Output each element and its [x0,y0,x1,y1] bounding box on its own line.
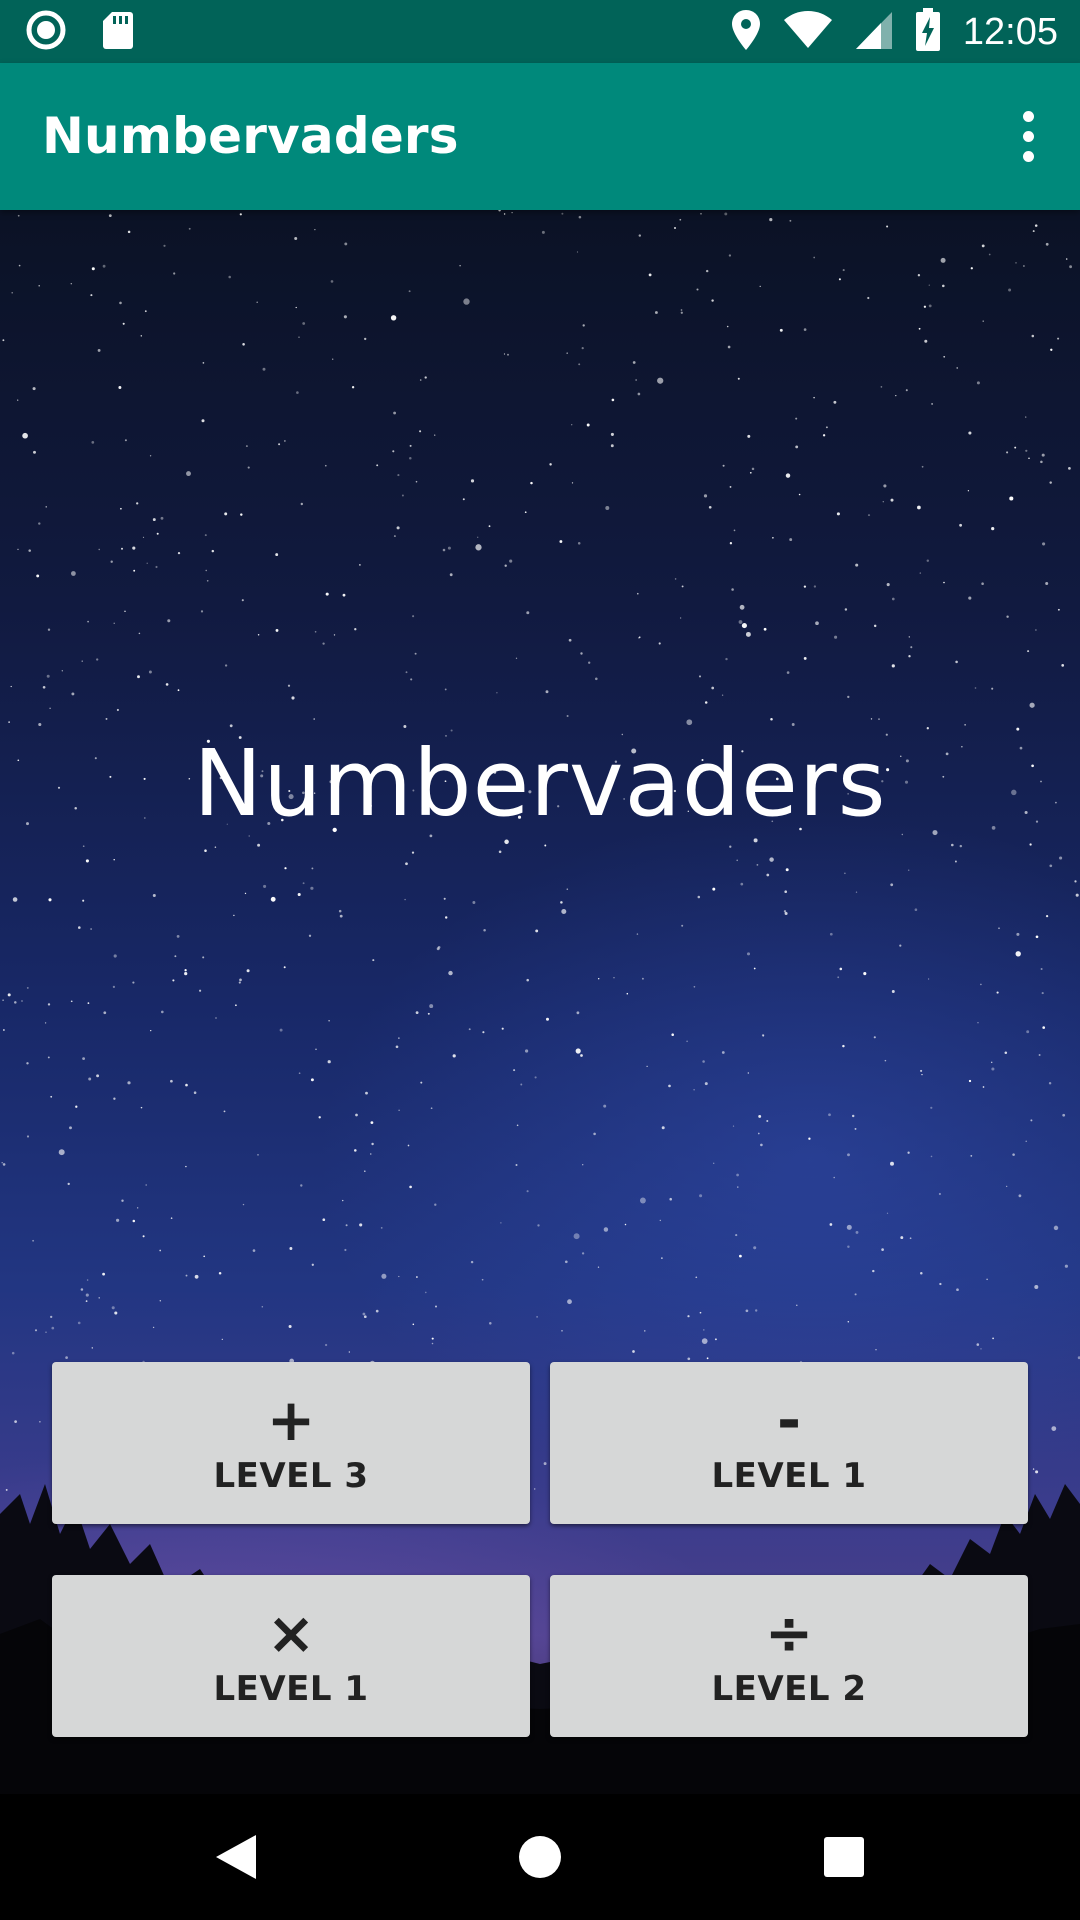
multiplication-level-button[interactable]: × LEVEL 1 [52,1575,530,1737]
plus-icon: + [266,1386,316,1454]
recents-icon[interactable] [824,1837,864,1877]
record-icon [26,10,66,55]
minus-icon: - [776,1386,802,1454]
back-icon[interactable] [214,1833,258,1881]
sd-card-icon [102,10,134,55]
multiply-icon: × [266,1599,316,1667]
subtraction-level-button[interactable]: - LEVEL 1 [550,1362,1028,1524]
addition-level-button[interactable]: + LEVEL 3 [52,1362,530,1524]
level-label: LEVEL 1 [213,1669,369,1709]
game-title: Numbervaders [193,730,887,837]
app-title: Numbervaders [42,107,459,165]
overflow-dot [1022,130,1034,142]
app-bar: Numbervaders [0,63,1080,210]
overflow-dot [1022,150,1034,162]
overflow-menu-icon [1022,110,1034,122]
home-icon[interactable] [519,1836,561,1878]
level-label: LEVEL 2 [711,1669,867,1709]
status-bar: 12:05 [0,0,1080,63]
signal-icon [855,10,893,55]
game-menu: Numbervaders + LEVEL 3 - LEVEL 1 × LEVEL… [0,210,1080,1794]
location-icon [731,9,761,56]
battery-charging-icon [915,7,941,57]
level-label: LEVEL 1 [711,1456,867,1496]
overflow-menu-button[interactable] [998,106,1058,166]
wifi-icon [783,10,833,55]
divide-icon: ÷ [764,1599,814,1667]
status-time: 12:05 [962,10,1058,53]
level-label: LEVEL 3 [213,1456,369,1496]
division-level-button[interactable]: ÷ LEVEL 2 [550,1575,1028,1737]
navigation-bar [0,1794,1080,1920]
